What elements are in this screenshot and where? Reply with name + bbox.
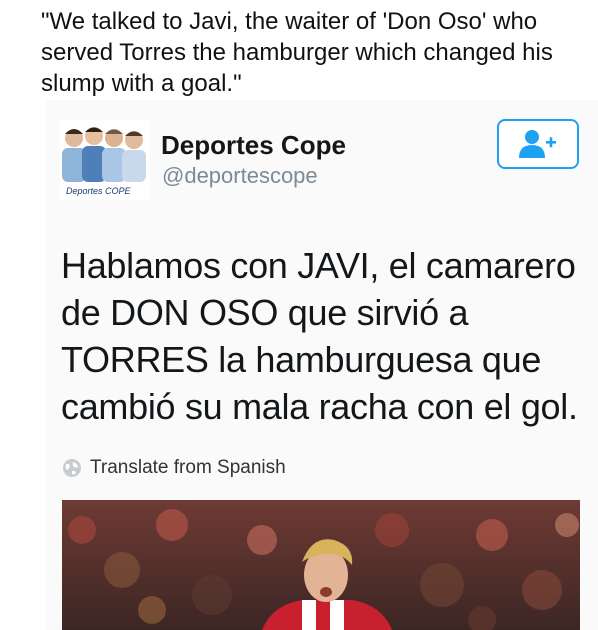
- translate-link[interactable]: Translate from Spanish: [62, 457, 286, 479]
- tweet-photo[interactable]: [62, 500, 580, 630]
- tweet-text: Hablamos con JAVI, el camarero de DON OS…: [61, 245, 578, 427]
- avatar-person-4: [122, 131, 146, 182]
- post-caption: "We talked to Javi, the waiter of 'Don O…: [41, 8, 553, 97]
- avatar-caption: Deportes COPE: [66, 186, 131, 196]
- user-handle[interactable]: @deportescope: [162, 163, 318, 189]
- display-name[interactable]: Deportes Cope: [161, 130, 346, 161]
- follow-button[interactable]: [497, 119, 579, 169]
- translate-label[interactable]: Translate from Spanish: [90, 457, 286, 479]
- add-user-icon: [519, 130, 556, 158]
- globe-icon: [63, 459, 81, 477]
